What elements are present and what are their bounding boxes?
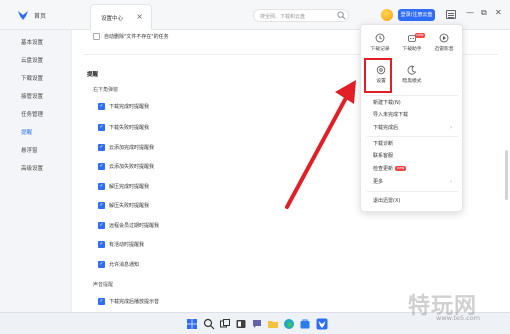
player-icon <box>439 33 449 43</box>
chat-icon[interactable] <box>251 318 263 330</box>
auto-delete-checkbox[interactable] <box>93 33 100 40</box>
sidebar-item-reminder[interactable]: 提醒 <box>0 124 72 142</box>
reminder-label: 解压完成时提醒我 <box>109 184 150 190</box>
auto-delete-label: 自动删除"文件不存在"的任务 <box>104 34 169 40</box>
checkbox-checked-icon[interactable]: ✓ <box>98 103 105 110</box>
search-icon[interactable] <box>337 11 346 20</box>
avatar[interactable] <box>381 9 393 21</box>
reminder-label: 有活动时提醒我 <box>109 242 145 248</box>
menu-download-assistant[interactable]: new 下载助手 <box>397 33 427 63</box>
close-button[interactable]: ✕ <box>495 8 502 17</box>
search-placeholder: 搜全网、下载和云盘 <box>260 14 306 20</box>
menu-contact-support[interactable]: 联系客服 <box>373 151 458 161</box>
xunlei-taskbar-icon[interactable] <box>316 318 328 330</box>
restore-button[interactable]: ⧉ <box>481 8 487 18</box>
sidebar-item-basic[interactable]: 基本设置 <box>0 34 72 52</box>
sidebar-item-floating[interactable]: 悬浮窗 <box>0 142 72 160</box>
menu-separator <box>367 95 458 96</box>
xunlei-logo-icon <box>18 11 28 20</box>
new-badge: new <box>395 166 407 171</box>
settings-sidebar: 基本设置 云盘设置 下载设置 接管设置 任务管理 提醒 悬浮窗 高级设置 <box>0 30 72 312</box>
reminder-section-title: 提醒 <box>87 72 99 78</box>
sidebar-item-download[interactable]: 下载设置 <box>0 70 72 88</box>
menu-import-unfinished[interactable]: 导入未完成下载 <box>373 110 458 120</box>
sidebar-item-takeover[interactable]: 接管设置 <box>0 88 72 106</box>
menu-separator <box>367 191 458 192</box>
checkbox-checked-icon[interactable]: ✓ <box>98 222 105 229</box>
reminder-label: 云添加失败时提醒我 <box>109 164 155 170</box>
tab-settings-center[interactable]: 设置中心 × <box>90 4 152 30</box>
corner-popup-subtitle: 右下角弹窗 <box>93 87 119 93</box>
menu-separator <box>367 136 458 137</box>
main-menu-button[interactable] <box>446 10 456 19</box>
task-view-icon[interactable] <box>219 318 231 330</box>
dark-mode-icon <box>407 65 417 75</box>
menu-new-download[interactable]: 新建下载(N) <box>373 98 458 108</box>
search-input[interactable]: 搜全网、下载和云盘 <box>253 9 349 22</box>
store-icon[interactable] <box>299 318 311 330</box>
reminder-label: 远程会员过期时提醒我 <box>109 223 160 229</box>
menu-more[interactable]: 更多 › <box>373 177 458 187</box>
checkbox-checked-icon[interactable]: ✓ <box>98 241 105 248</box>
settings-highlight-box <box>364 58 392 93</box>
login-register-button[interactable]: 登录/注册云盘 <box>398 9 435 21</box>
file-explorer-icon[interactable] <box>267 318 279 330</box>
menu-download-diagnosis[interactable]: 下载诊断 <box>373 139 458 149</box>
checkbox-checked-icon[interactable]: ✓ <box>98 183 105 190</box>
sidebar-item-advanced[interactable]: 高级设置 <box>0 160 72 178</box>
menu-dark-mode[interactable]: 暗黑模式 <box>397 65 427 95</box>
sound-reminder-subtitle: 声音提醒 <box>93 282 114 288</box>
checkbox-checked-icon[interactable]: ✓ <box>98 298 105 305</box>
watermark: 特玩网 www.te5.com <box>408 288 508 328</box>
tab-close-icon[interactable]: × <box>136 12 143 21</box>
main-menu-dropdown: 下载记录 new 下载助手 迅雷影音 设置 暗黑模式 新建下载(N) 导入未完成… <box>360 24 463 212</box>
menu-check-update[interactable]: 检查更新 new <box>373 164 458 174</box>
menu-exit[interactable]: 退出迅雷(X) <box>373 196 458 206</box>
reminder-label: 下载失败时提醒我 <box>109 125 150 131</box>
new-badge: new <box>414 33 425 38</box>
reminder-label: 允许消息通知 <box>109 262 140 268</box>
menu-xunlei-player[interactable]: 迅雷影音 <box>429 33 459 63</box>
sidebar-item-tasks[interactable]: 任务管理 <box>0 106 72 124</box>
reminder-label: 下载完成时提醒我 <box>109 104 150 110</box>
sidebar-item-cloud[interactable]: 云盘设置 <box>0 52 72 70</box>
home-tab-label[interactable]: 首页 <box>34 11 46 20</box>
chevron-right-icon: › <box>450 125 452 131</box>
minimize-button[interactable]: — <box>466 8 474 17</box>
scrollbar[interactable] <box>505 150 508 200</box>
checkbox-checked-icon[interactable]: ✓ <box>98 202 105 209</box>
reminder-label: 解压失败时提醒我 <box>109 203 150 209</box>
search-icon[interactable] <box>203 318 215 330</box>
reminder-label: 云添加完成时提醒我 <box>109 145 155 151</box>
edge-browser-icon[interactable] <box>283 318 295 330</box>
chevron-right-icon: › <box>450 179 452 185</box>
checkbox-checked-icon[interactable]: ✓ <box>98 163 105 170</box>
checkbox-checked-icon[interactable]: ✓ <box>98 261 105 268</box>
watermark-url: www.te5.com <box>436 314 481 322</box>
tab-settings-label: 设置中心 <box>101 16 124 22</box>
checkbox-checked-icon[interactable]: ✓ <box>98 144 105 151</box>
history-icon <box>375 33 385 43</box>
widgets-icon[interactable] <box>235 318 247 330</box>
menu-after-download[interactable]: 下载完成后 › <box>373 123 458 133</box>
checkbox-checked-icon[interactable]: ✓ <box>98 124 105 131</box>
sound-label: 下载完成后播放提示音 <box>109 299 160 305</box>
windows-start-icon[interactable] <box>186 318 198 330</box>
